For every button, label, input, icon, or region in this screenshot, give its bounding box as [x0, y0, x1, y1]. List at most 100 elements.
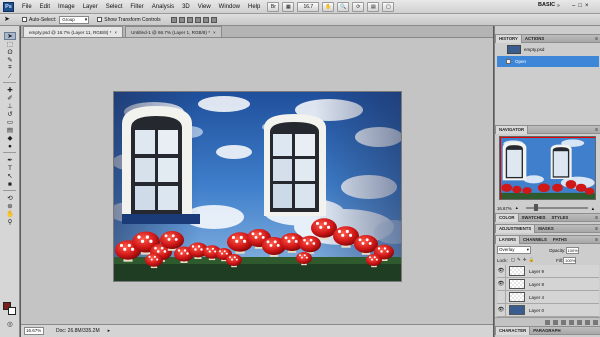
navigator-zoom-value[interactable]: 16.67%: [497, 206, 512, 211]
panel-menu-icon[interactable]: ≡: [595, 237, 598, 243]
menu-analysis[interactable]: Analysis: [148, 0, 178, 14]
marquee-tool-icon[interactable]: ⬚: [4, 40, 16, 48]
align-left-icon[interactable]: [194, 16, 201, 23]
layer-style-icon[interactable]: [553, 319, 558, 325]
tab-styles[interactable]: STYLES: [549, 214, 572, 222]
3d-rotate-tool-icon[interactable]: ⟲: [4, 194, 16, 202]
path-selection-tool-icon[interactable]: ↖: [4, 172, 16, 180]
menu-window[interactable]: Window: [215, 0, 244, 14]
navigator-zoom-slider[interactable]: [525, 204, 588, 211]
mini-bridge-button[interactable]: ▦: [282, 1, 295, 12]
bridge-button[interactable]: Br: [267, 1, 280, 12]
hand-tool-icon[interactable]: ✋: [4, 210, 16, 218]
visibility-eye-icon[interactable]: 👁: [497, 265, 506, 277]
link-layers-icon[interactable]: [545, 319, 550, 325]
align-middle-icon[interactable]: [178, 16, 185, 23]
auto-select-dropdown[interactable]: Group: [59, 15, 90, 24]
maximize-button[interactable]: □: [578, 3, 582, 9]
shape-tool-icon[interactable]: ■: [4, 180, 16, 188]
menu-layer[interactable]: Layer: [79, 0, 102, 14]
zoom-tool-button[interactable]: 🔍: [337, 1, 350, 12]
menu-filter[interactable]: Filter: [126, 0, 147, 14]
blend-mode-dropdown[interactable]: Overlay: [497, 246, 531, 254]
history-item-snapshot[interactable]: empty.psd: [497, 44, 599, 55]
close-tab-icon[interactable]: ×: [213, 30, 216, 35]
pen-tool-icon[interactable]: ✒: [4, 156, 16, 164]
rotate-view-button[interactable]: ⟳: [352, 1, 365, 12]
background-color-swatch[interactable]: [8, 307, 16, 315]
move-tool-icon[interactable]: ➤: [4, 32, 16, 40]
quick-select-tool-icon[interactable]: ✎: [4, 56, 16, 64]
tab-paragraph[interactable]: PARAGRAPH: [530, 327, 563, 335]
slider-knob[interactable]: [533, 204, 538, 211]
opacity-field[interactable]: 100%: [565, 246, 579, 254]
tab-empty-psd[interactable]: empty.psd @ 16.7% (Layer 11, RGB/8) * ×: [23, 26, 124, 37]
panel-menu-icon[interactable]: ≡: [595, 215, 598, 221]
gradient-tool-icon[interactable]: ▤: [4, 126, 16, 134]
visibility-eye-icon[interactable]: 👁: [497, 304, 506, 316]
crop-tool-icon[interactable]: ⌗: [4, 64, 16, 72]
document-canvas[interactable]: [114, 92, 401, 281]
clone-stamp-tool-icon[interactable]: ⊥: [4, 102, 16, 110]
align-right-icon[interactable]: [210, 16, 217, 23]
blur-tool-icon[interactable]: ◆: [4, 134, 16, 142]
hand-tool-button[interactable]: ✋: [322, 1, 335, 12]
lasso-tool-icon[interactable]: ʘ: [4, 48, 16, 56]
zoom-out-icon[interactable]: ▴: [516, 205, 518, 211]
auto-select-checkbox[interactable]: [22, 17, 27, 22]
adjustment-layer-icon[interactable]: [569, 319, 574, 325]
show-transform-checkbox[interactable]: [97, 17, 103, 22]
history-item-open[interactable]: Open: [497, 56, 599, 67]
layer-name[interactable]: Layer 4: [529, 295, 544, 300]
visibility-toggle-empty[interactable]: [497, 291, 506, 303]
layer-name[interactable]: Layer 8: [529, 282, 544, 287]
add-mask-icon[interactable]: [561, 319, 566, 325]
quick-mask-icon[interactable]: ◎: [4, 320, 16, 328]
tab-channels[interactable]: CHANNELS: [520, 236, 550, 244]
tab-navigator[interactable]: NAVIGATOR: [495, 125, 529, 134]
3d-orbit-tool-icon[interactable]: ⊛: [4, 202, 16, 210]
arrange-documents-button[interactable]: ▤: [367, 1, 380, 12]
layer-row[interactable]: 👁 Layer 0: [497, 304, 599, 317]
status-menu-arrow-icon[interactable]: ▸: [108, 328, 111, 334]
menu-edit[interactable]: Edit: [36, 0, 54, 14]
tab-actions[interactable]: ACTIONS: [522, 35, 547, 43]
delete-layer-icon[interactable]: [593, 319, 598, 325]
new-layer-icon[interactable]: [585, 319, 590, 325]
zoom-level-dropdown[interactable]: 16.7: [297, 1, 320, 12]
menu-file[interactable]: File: [18, 0, 36, 14]
close-button[interactable]: ×: [585, 3, 589, 9]
workspace-switcher[interactable]: BASIC: [538, 2, 555, 8]
minimize-button[interactable]: –: [572, 3, 575, 9]
visibility-eye-icon[interactable]: 👁: [497, 278, 506, 290]
panel-menu-icon[interactable]: ≡: [595, 36, 598, 42]
tab-color[interactable]: COLOR: [495, 213, 519, 222]
healing-brush-tool-icon[interactable]: ✚: [4, 86, 16, 94]
eyedropper-tool-icon[interactable]: ⁄: [4, 72, 16, 80]
lock-icons[interactable]: ▢✎✛🔒: [511, 257, 536, 263]
layer-name[interactable]: Layer 0: [529, 308, 544, 313]
tab-paths[interactable]: PATHS: [550, 236, 570, 244]
close-tab-icon[interactable]: ×: [114, 30, 117, 35]
menu-select[interactable]: Select: [102, 0, 127, 14]
layer-row[interactable]: Layer 4: [497, 291, 599, 304]
layer-row[interactable]: 👁 Layer 8: [497, 278, 599, 291]
zoom-in-icon[interactable]: ▲: [591, 206, 595, 211]
tab-character[interactable]: CHARACTER: [495, 326, 531, 335]
canvas-area[interactable]: [21, 38, 493, 324]
fill-field[interactable]: 100%: [563, 256, 577, 264]
type-tool-icon[interactable]: T: [4, 164, 16, 172]
tab-history[interactable]: HISTORY: [495, 34, 522, 43]
layer-row[interactable]: 👁 Layer 9: [497, 265, 599, 278]
eraser-tool-icon[interactable]: ▭: [4, 118, 16, 126]
align-bottom-icon[interactable]: [186, 16, 193, 23]
menu-image[interactable]: Image: [54, 0, 79, 14]
tab-masks[interactable]: MASKS: [535, 225, 557, 233]
workspace-arrow-icon[interactable]: »: [557, 3, 560, 9]
align-top-icon[interactable]: [170, 16, 177, 23]
move-tool-icon[interactable]: ➤: [4, 15, 14, 24]
layer-name[interactable]: Layer 9: [529, 269, 544, 274]
menu-3d[interactable]: 3D: [178, 0, 194, 14]
tab-swatches[interactable]: SWATCHES: [519, 214, 549, 222]
tab-layers[interactable]: LAYERS: [495, 235, 521, 244]
